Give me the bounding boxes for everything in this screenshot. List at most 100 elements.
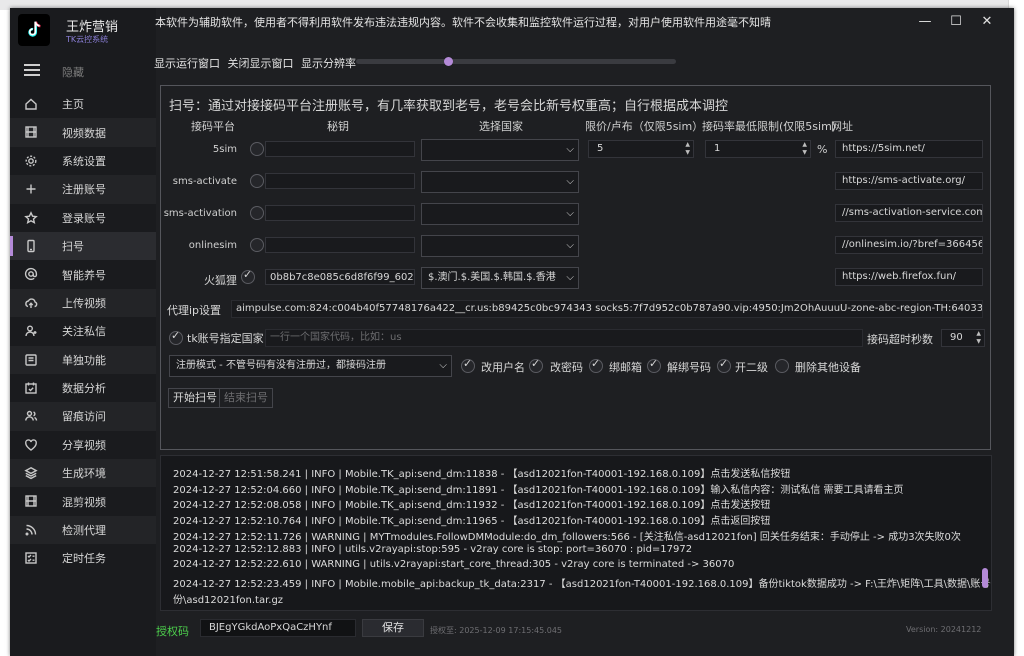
sidebar-item[interactable]: 扫号	[10, 231, 156, 261]
sidebar-item[interactable]: 留痕访问	[10, 402, 156, 431]
platform-checkbox[interactable]	[250, 174, 264, 188]
app-title: 王炸营销	[66, 20, 119, 35]
stepper-arrows-icon[interactable]: ▲ ▼	[802, 141, 807, 157]
tk-country-input[interactable]: 一行一个国家代码，比如：us	[265, 329, 863, 347]
log-line: 2024-12-27 12:52:10.764 | INFO | Mobile.…	[173, 516, 771, 528]
country-select[interactable]: ⌵	[421, 203, 579, 225]
option-second-level-label: 开二级	[735, 361, 768, 374]
sidebar-item-label: 扫号	[62, 240, 84, 254]
option-unbind-phone-label: 解绑号码	[667, 361, 711, 374]
proxy-input[interactable]: aimpulse.com:824:c004b40f57748176a422__c…	[231, 300, 983, 318]
chevron-down-icon: ⌵	[566, 208, 574, 219]
maximize-icon[interactable]: ☐	[947, 12, 965, 30]
timeout-stepper[interactable]: 90 ▲ ▼	[941, 329, 985, 347]
platform-checkbox[interactable]	[250, 206, 264, 220]
url-field[interactable]: //onlinesim.io/?bref=3664568	[835, 236, 983, 254]
option-rename-checkbox[interactable]	[461, 357, 475, 373]
sidebar-item[interactable]: 分享视频	[10, 431, 156, 459]
platform-checkbox-checked[interactable]	[241, 268, 255, 284]
sidebar-item[interactable]: 混剪视频	[10, 487, 156, 515]
app-subtitle: TK云控系统	[66, 35, 109, 44]
timeout-label: 接码超时秒数	[867, 333, 933, 346]
stop-scan-button[interactable]: 结束扫号	[219, 388, 273, 408]
sidebar-item[interactable]: 关注私信	[10, 317, 156, 345]
header-url: 网址	[831, 120, 853, 133]
tk-country-checkbox[interactable]	[169, 329, 183, 345]
country-select[interactable]: ⌵	[421, 171, 579, 193]
save-button[interactable]: 保存	[362, 619, 424, 637]
url-field[interactable]: https://5sim.net/	[835, 140, 983, 158]
sidebar-item[interactable]: 系统设置	[10, 147, 156, 175]
resolution-slider[interactable]	[356, 59, 676, 64]
log-line: 2024-12-27 12:52:11.726 | WARNING | MYTm…	[173, 531, 961, 543]
country-select[interactable]: $.澳门.$.美国.$.韩国.$.香港 ⌵	[421, 267, 579, 289]
at-icon	[24, 267, 38, 281]
rate-stepper[interactable]: 1 ▲ ▼	[705, 140, 811, 158]
hamburger-menu-icon[interactable]	[24, 64, 40, 76]
close-icon[interactable]: ✕	[978, 12, 996, 30]
log-scrollbar-thumb[interactable]	[982, 568, 988, 588]
user-add-icon	[24, 324, 38, 338]
platform-checkbox[interactable]	[250, 238, 264, 252]
auth-code-label: 授权码	[156, 625, 189, 638]
close-window-button[interactable]: 关闭显示窗口	[228, 57, 294, 70]
show-window-button[interactable]: 显示运行窗口	[154, 57, 220, 70]
sidebar-item[interactable]: 数据分析	[10, 374, 156, 402]
platform-name: sms-activation	[163, 208, 237, 219]
sidebar-item[interactable]: 单独功能	[10, 345, 156, 374]
limit-stepper[interactable]: 5 ▲ ▼	[588, 140, 694, 158]
minimize-icon[interactable]: —	[916, 12, 934, 30]
log-console[interactable]: 2024-12-27 12:51:58.241 | INFO | Mobile.…	[160, 455, 992, 611]
sidebar-item-label: 主页	[62, 98, 84, 112]
platform-name: onlinesim	[188, 240, 237, 251]
heart-icon	[24, 438, 38, 452]
sidebar-item[interactable]: 生成环境	[10, 459, 156, 488]
window-controls: — ☐ ✕	[916, 12, 996, 30]
platform-checkbox[interactable]	[250, 142, 264, 156]
url-field[interactable]: https://sms-activate.org/	[835, 172, 983, 190]
option-remove-devices-checkbox[interactable]	[775, 359, 789, 373]
sidebar-hide-label[interactable]: 隐藏	[62, 64, 84, 80]
chevron-down-icon: ⌵	[566, 144, 574, 155]
header-limit: 限价/卢布（仅限5sim）	[585, 120, 704, 133]
sidebar-item-label: 视频数据	[62, 126, 106, 140]
chevron-down-icon: ⌵	[566, 176, 574, 187]
start-scan-button[interactable]: 开始扫号	[168, 388, 222, 408]
sidebar-item[interactable]: 注册账号	[10, 175, 156, 204]
platform-name: sms-activate	[172, 176, 237, 187]
url-field[interactable]: //sms-activation-service.com/	[835, 204, 983, 222]
sidebar-item[interactable]: 智能养号	[10, 260, 156, 288]
url-field[interactable]: https://web.firefox.fun/	[835, 268, 983, 286]
sidebar-item[interactable]: 主页	[10, 90, 156, 118]
key-input[interactable]: 0b8b7c8e085c6d8f6f99_60248	[265, 269, 415, 285]
option-password-checkbox[interactable]	[529, 357, 543, 373]
sidebar-item[interactable]: 视频数据	[10, 118, 156, 147]
country-select[interactable]: ⌵	[421, 235, 579, 257]
film-icon	[24, 494, 38, 508]
option-bind-email-checkbox[interactable]	[589, 357, 603, 373]
option-unbind-phone-checkbox[interactable]	[647, 357, 661, 373]
sidebar-item-label: 混剪视频	[62, 495, 106, 509]
sidebar-item[interactable]: 检测代理	[10, 515, 156, 545]
resolution-slider-thumb[interactable]	[444, 57, 453, 66]
disclaimer-notice: 本软件为辅助软件，使用者不得利用软件发布违法违规内容。软件不会收集和监控软件运行…	[155, 16, 771, 29]
sidebar-item[interactable]: 上传视频	[10, 288, 156, 318]
option-second-level-checkbox[interactable]	[717, 357, 731, 373]
sidebar-item[interactable]: 登录账号	[10, 204, 156, 232]
box-icon	[24, 353, 38, 367]
stepper-arrows-icon[interactable]: ▲ ▼	[685, 141, 690, 157]
platform-name: 火狐狸	[204, 274, 237, 287]
key-input[interactable]	[265, 141, 415, 157]
register-mode-select[interactable]: 注册模式 - 不管号码有没有注册过，都接码注册 ⌵	[169, 355, 452, 377]
proxy-label: 代理ip设置	[167, 304, 222, 317]
platform-name: 5sim	[212, 144, 237, 155]
key-input[interactable]	[265, 173, 415, 189]
log-line: 份\asd12021fon.tar.gz	[173, 594, 284, 606]
sidebar-item[interactable]: 定时任务	[10, 544, 156, 572]
key-input[interactable]	[265, 237, 415, 253]
auth-code-input[interactable]: BJEgYGkdAoPxQaCzHYnf	[200, 619, 356, 637]
sidebar-item-label: 分享视频	[62, 438, 106, 452]
key-input[interactable]	[265, 205, 415, 221]
country-select[interactable]: ⌵	[421, 139, 579, 161]
stepper-arrows-icon[interactable]: ▲ ▼	[976, 330, 981, 346]
